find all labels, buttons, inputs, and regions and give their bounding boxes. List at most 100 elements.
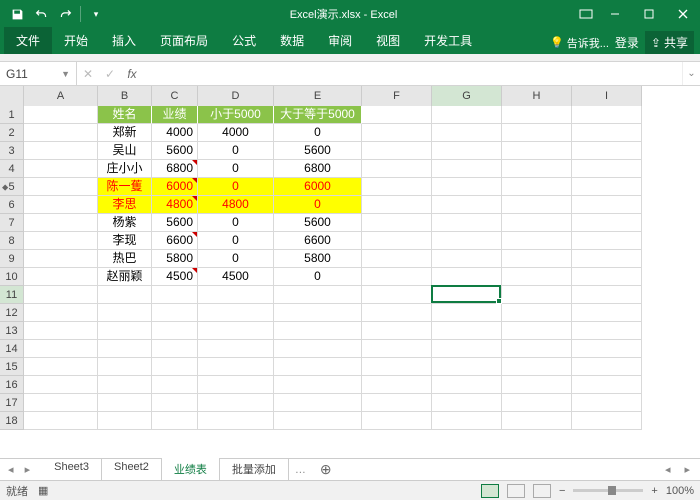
cell[interactable] bbox=[572, 358, 642, 376]
cell[interactable] bbox=[198, 412, 274, 430]
cell[interactable] bbox=[198, 322, 274, 340]
zoom-in-button[interactable]: + bbox=[651, 485, 657, 497]
cell[interactable] bbox=[362, 196, 432, 214]
row-header-5[interactable]: ⬥5 bbox=[0, 178, 24, 196]
cell[interactable] bbox=[274, 340, 362, 358]
cell[interactable] bbox=[432, 250, 502, 268]
cell[interactable] bbox=[362, 304, 432, 322]
row-header-11[interactable]: 11 bbox=[0, 286, 24, 304]
cell[interactable]: 5800 bbox=[274, 250, 362, 268]
cell[interactable]: 5600 bbox=[152, 214, 198, 232]
cell[interactable] bbox=[362, 214, 432, 232]
cell[interactable] bbox=[274, 394, 362, 412]
cell[interactable] bbox=[98, 394, 152, 412]
cell[interactable]: 6000 bbox=[274, 178, 362, 196]
cell[interactable]: 4500 bbox=[198, 268, 274, 286]
cell[interactable] bbox=[362, 232, 432, 250]
cell[interactable] bbox=[572, 178, 642, 196]
cancel-formula-icon[interactable]: ✕ bbox=[77, 67, 99, 81]
cell[interactable] bbox=[502, 232, 572, 250]
cell[interactable] bbox=[274, 322, 362, 340]
cell[interactable] bbox=[502, 124, 572, 142]
col-header-E[interactable]: E bbox=[274, 86, 362, 106]
cell[interactable] bbox=[24, 340, 98, 358]
sheet-tab-批量添加[interactable]: 批量添加 bbox=[220, 458, 289, 482]
cell[interactable] bbox=[432, 412, 502, 430]
sheet-tab-Sheet3[interactable]: Sheet3 bbox=[42, 458, 102, 482]
hscroll-left-icon[interactable]: ◂ bbox=[665, 463, 671, 476]
cell[interactable] bbox=[362, 340, 432, 358]
col-header-I[interactable]: I bbox=[572, 86, 642, 106]
col-header-B[interactable]: B bbox=[98, 86, 152, 106]
row-header-1[interactable]: 1 bbox=[0, 106, 24, 124]
cell[interactable]: 5600 bbox=[152, 142, 198, 160]
cell[interactable] bbox=[24, 358, 98, 376]
cell[interactable] bbox=[24, 196, 98, 214]
cell[interactable] bbox=[24, 214, 98, 232]
cell[interactable] bbox=[274, 412, 362, 430]
cell[interactable] bbox=[24, 286, 98, 304]
cell[interactable] bbox=[572, 376, 642, 394]
row-header-15[interactable]: 15 bbox=[0, 358, 24, 376]
cell[interactable] bbox=[362, 376, 432, 394]
cell[interactable] bbox=[98, 412, 152, 430]
cell[interactable] bbox=[24, 304, 98, 322]
cell[interactable] bbox=[502, 142, 572, 160]
tab-公式[interactable]: 公式 bbox=[220, 27, 268, 54]
cell[interactable]: 大于等于5000 bbox=[274, 106, 362, 124]
normal-view-button[interactable] bbox=[481, 484, 499, 498]
cell[interactable] bbox=[502, 286, 572, 304]
cell[interactable] bbox=[572, 268, 642, 286]
cell[interactable] bbox=[502, 196, 572, 214]
col-header-C[interactable]: C bbox=[152, 86, 198, 106]
row-header-3[interactable]: 3 bbox=[0, 142, 24, 160]
cell[interactable] bbox=[502, 376, 572, 394]
save-icon[interactable] bbox=[6, 3, 28, 25]
tab-file[interactable]: 文件 bbox=[4, 27, 52, 54]
cell[interactable] bbox=[152, 394, 198, 412]
row-header-4[interactable]: 4 bbox=[0, 160, 24, 178]
row-header-13[interactable]: 13 bbox=[0, 322, 24, 340]
cell[interactable] bbox=[152, 322, 198, 340]
redo-icon[interactable] bbox=[54, 3, 76, 25]
tab-视图[interactable]: 视图 bbox=[364, 27, 412, 54]
cell[interactable] bbox=[432, 358, 502, 376]
cell[interactable] bbox=[362, 142, 432, 160]
cell[interactable] bbox=[152, 358, 198, 376]
cell[interactable]: 姓名 bbox=[98, 106, 152, 124]
expand-formula-bar-icon[interactable]: ⌄ bbox=[682, 62, 700, 85]
cell[interactable] bbox=[572, 196, 642, 214]
cell[interactable] bbox=[432, 394, 502, 412]
cell[interactable] bbox=[274, 286, 362, 304]
sheet-tab-overflow[interactable]: … bbox=[289, 461, 312, 479]
undo-icon[interactable] bbox=[30, 3, 52, 25]
enter-formula-icon[interactable]: ✓ bbox=[99, 67, 121, 81]
cell[interactable] bbox=[152, 340, 198, 358]
cell[interactable]: 业绩 bbox=[152, 106, 198, 124]
page-layout-view-button[interactable] bbox=[507, 484, 525, 498]
close-button[interactable] bbox=[666, 0, 700, 28]
cell[interactable] bbox=[502, 304, 572, 322]
cell[interactable]: 4500 bbox=[152, 268, 198, 286]
sheet-tab-Sheet2[interactable]: Sheet2 bbox=[102, 458, 162, 482]
cell[interactable] bbox=[362, 322, 432, 340]
cell[interactable] bbox=[362, 250, 432, 268]
ribbon-options-icon[interactable] bbox=[574, 0, 598, 28]
cell[interactable] bbox=[24, 376, 98, 394]
cell[interactable]: 热巴 bbox=[98, 250, 152, 268]
cell[interactable]: 0 bbox=[274, 268, 362, 286]
cell[interactable] bbox=[572, 340, 642, 358]
row-header-10[interactable]: 10 bbox=[0, 268, 24, 286]
zoom-out-button[interactable]: − bbox=[559, 485, 565, 497]
cell[interactable]: 4000 bbox=[198, 124, 274, 142]
col-header-A[interactable]: A bbox=[24, 86, 98, 106]
name-box[interactable]: G11▼ bbox=[0, 62, 77, 85]
fx-icon[interactable]: fx bbox=[121, 67, 143, 81]
cell[interactable] bbox=[502, 268, 572, 286]
cell[interactable]: 0 bbox=[198, 250, 274, 268]
cell[interactable]: 陈一蒦 bbox=[98, 178, 152, 196]
cell[interactable] bbox=[24, 322, 98, 340]
cell[interactable] bbox=[24, 250, 98, 268]
tell-me[interactable]: 💡告诉我... bbox=[550, 35, 609, 51]
cell[interactable] bbox=[572, 232, 642, 250]
